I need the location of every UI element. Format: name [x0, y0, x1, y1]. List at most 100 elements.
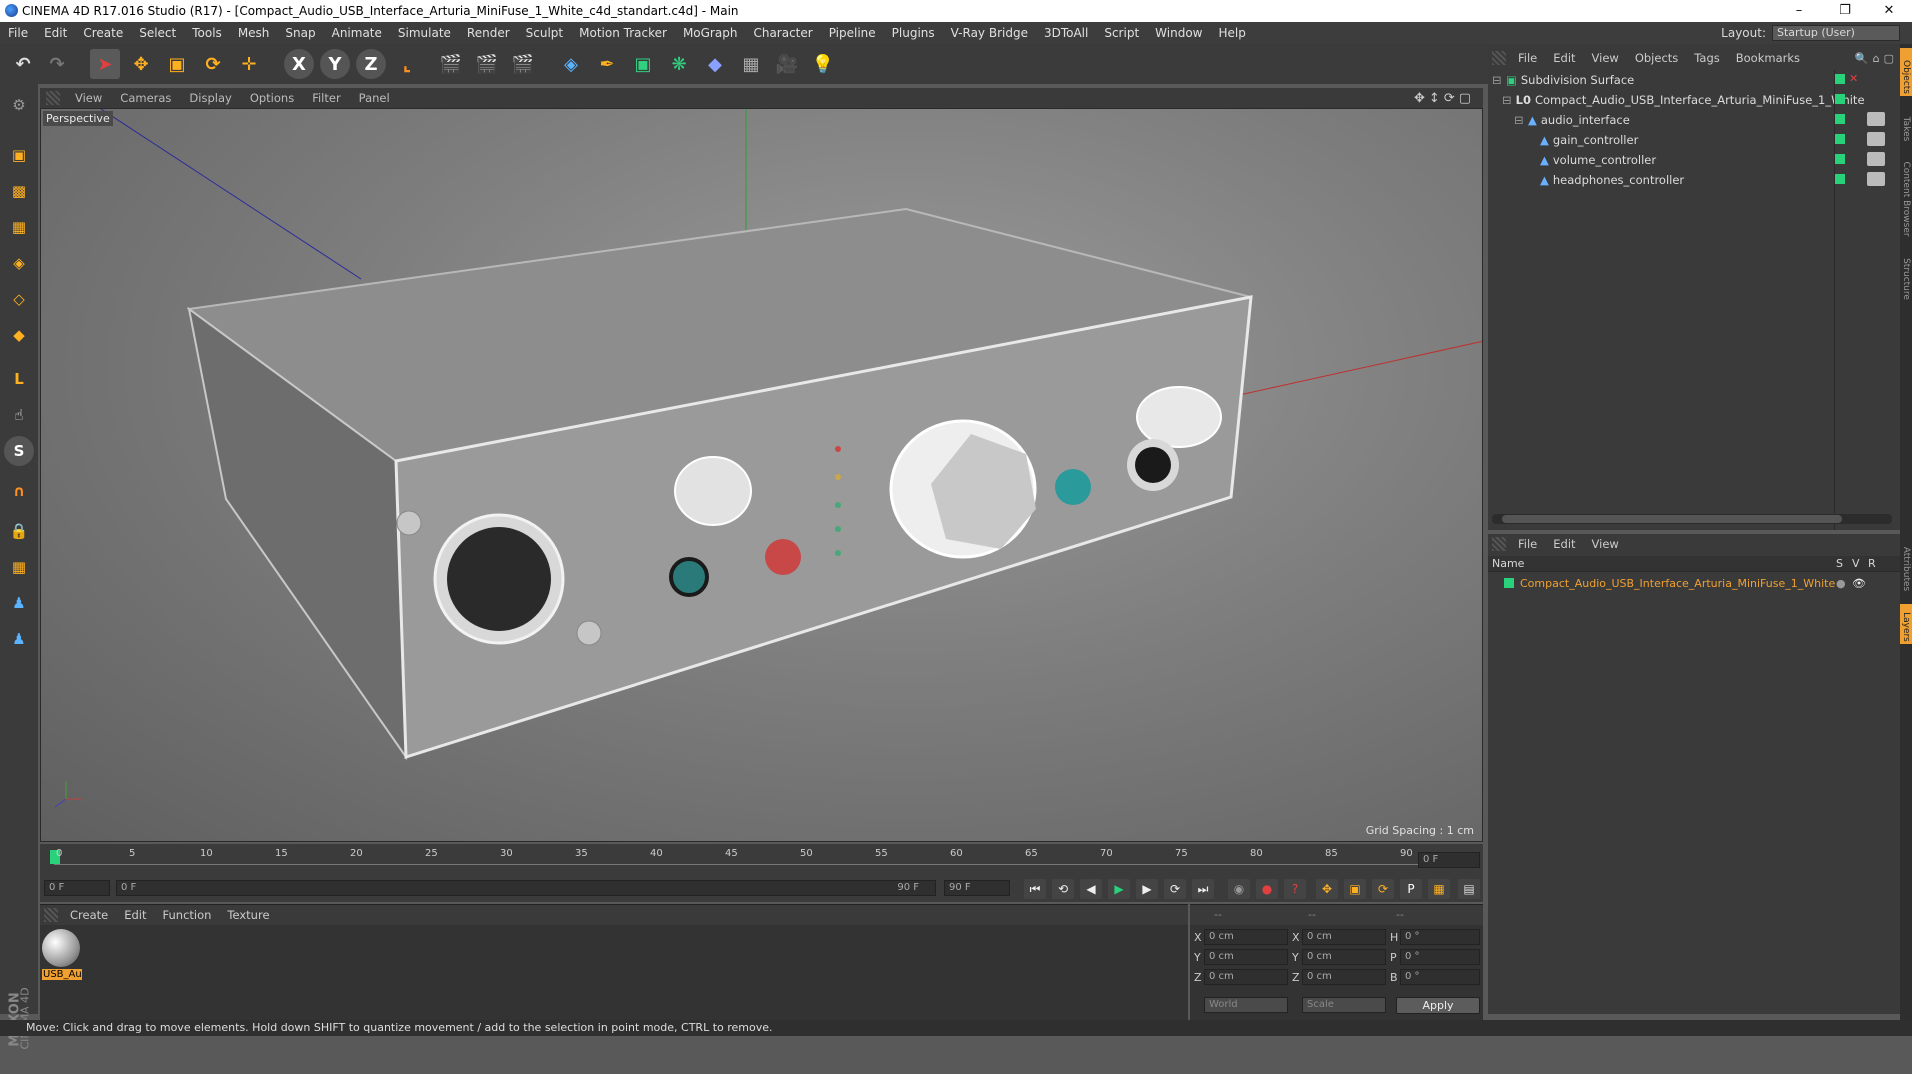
position-x-field[interactable]: 0 cm — [1204, 929, 1288, 945]
menu-tools[interactable]: Tools — [184, 26, 230, 40]
layer-color-icon[interactable] — [1835, 74, 1845, 84]
polygons-mode-icon[interactable]: ◆ — [4, 320, 34, 350]
deformer-icon[interactable]: ◆ — [700, 49, 730, 79]
layer-visible-icon[interactable]: 👁 — [1852, 577, 1866, 590]
coordinate-system-icon[interactable]: ⌞ — [392, 49, 422, 79]
viewport-menu-options[interactable]: Options — [241, 91, 303, 105]
size-z-field[interactable]: 0 cm — [1302, 969, 1386, 985]
tree-item-audio-interface[interactable]: ⊟ ▲ audio_interface — [1488, 110, 1838, 130]
coordinate-mode-dropdown[interactable]: World — [1204, 997, 1288, 1013]
points-mode-icon[interactable]: ◈ — [4, 248, 34, 278]
workplane-icon[interactable]: ▦ — [4, 212, 34, 242]
menu-edit[interactable]: Edit — [36, 26, 75, 40]
menu-file[interactable]: File — [0, 26, 36, 40]
material-menu-function[interactable]: Function — [155, 908, 220, 922]
layer-menu-view[interactable]: View — [1584, 537, 1627, 551]
collapse-icon[interactable]: ⊟ — [1492, 73, 1502, 87]
texture-mode-icon[interactable]: ▩ — [4, 176, 34, 206]
layer-menu-edit[interactable]: Edit — [1545, 537, 1583, 551]
menu-sculpt[interactable]: Sculpt — [518, 26, 571, 40]
cube-icon[interactable]: ◈ — [556, 49, 586, 79]
object-menu-tags[interactable]: Tags — [1686, 51, 1727, 65]
key-position-icon[interactable]: ✥ — [1316, 879, 1338, 899]
material-thumbnail[interactable]: USB_Au — [42, 929, 82, 987]
tree-item-compact-audio[interactable]: ⊟ L0 Compact_Audio_USB_Interface_Arturia… — [1488, 90, 1865, 110]
y-axis-icon[interactable]: Y — [320, 49, 350, 79]
rotation-b-field[interactable]: 0 ° — [1400, 969, 1480, 985]
next-frame-icon[interactable]: ▶ — [1136, 879, 1158, 899]
pen-spline-icon[interactable]: ✒ — [592, 49, 622, 79]
apply-button[interactable]: Apply — [1396, 997, 1480, 1014]
restore-button[interactable]: ❐ — [1822, 0, 1868, 22]
menu-script[interactable]: Script — [1096, 26, 1147, 40]
axis-mode-icon[interactable]: L — [4, 364, 34, 394]
scale-icon[interactable]: ▣ — [162, 49, 192, 79]
menu-help[interactable]: Help — [1210, 26, 1253, 40]
layer-menu-file[interactable]: File — [1510, 537, 1545, 551]
current-frame-field[interactable]: 0 F — [1418, 852, 1480, 868]
go-to-end-icon[interactable]: ⏭ — [1192, 879, 1214, 899]
menu-window[interactable]: Window — [1147, 26, 1210, 40]
record-icon[interactable]: ● — [1256, 879, 1278, 899]
object-menu-edit[interactable]: Edit — [1545, 51, 1583, 65]
next-key-icon[interactable]: ⟳ — [1164, 879, 1186, 899]
menu-3dtoall[interactable]: 3DToAll — [1036, 26, 1096, 40]
collapse-icon[interactable]: ⊟ — [1514, 113, 1524, 127]
layer-color-icon[interactable] — [1835, 114, 1845, 124]
previous-key-icon[interactable]: ⟲ — [1052, 879, 1074, 899]
render-settings-icon[interactable]: 🎬 — [508, 49, 538, 79]
tree-item-headphones-controller[interactable]: ▲ headphones_controller — [1488, 170, 1838, 190]
layer-color-icon[interactable] — [1835, 94, 1845, 104]
menu-motion-tracker[interactable]: Motion Tracker — [571, 26, 675, 40]
menu-pipeline[interactable]: Pipeline — [821, 26, 884, 40]
material-tag-icon[interactable] — [1867, 172, 1885, 186]
planar-workplane-icon[interactable]: ▦ — [4, 552, 34, 582]
menu-snap[interactable]: Snap — [277, 26, 323, 40]
keyframe-selection-icon[interactable]: ◉ — [1228, 879, 1250, 899]
tree-item-volume-controller[interactable]: ▲ volume_controller — [1488, 150, 1838, 170]
move-icon[interactable]: ✥ — [126, 49, 156, 79]
key-rotation-icon[interactable]: ⟳ — [1372, 879, 1394, 899]
redo-icon[interactable]: ↷ — [42, 49, 72, 79]
edges-mode-icon[interactable]: ◇ — [4, 284, 34, 314]
play-icon[interactable]: ▶ — [1108, 879, 1130, 899]
rotate-icon[interactable]: ⟳ — [198, 49, 228, 79]
size-x-field[interactable]: 0 cm — [1302, 929, 1386, 945]
minimize-button[interactable]: – — [1776, 0, 1822, 22]
tree-item-subdivision-surface[interactable]: ⊟ ▣ Subdivision Surface — [1488, 70, 1838, 90]
side-tab-attributes-label[interactable]: Attributes — [1901, 539, 1911, 599]
scale-mode-dropdown[interactable]: Scale — [1302, 997, 1386, 1013]
close-button[interactable]: ✕ — [1866, 0, 1912, 22]
menu-vray-bridge[interactable]: V-Ray Bridge — [943, 26, 1036, 40]
key-pla-icon[interactable]: ▦ — [1428, 879, 1450, 899]
layer-color-icon[interactable] — [1835, 154, 1845, 164]
viewport-navigation-icons[interactable]: ✥↕⟳▢ — [1414, 91, 1475, 106]
previous-frame-icon[interactable]: ◀ — [1080, 879, 1102, 899]
tree-item-gain-controller[interactable]: ▲ gain_controller — [1488, 130, 1838, 150]
render-picture-viewer-icon[interactable]: 🎬 — [472, 49, 502, 79]
menu-mograph[interactable]: MoGraph — [675, 26, 746, 40]
floor-icon[interactable]: ▦ — [736, 49, 766, 79]
size-y-field[interactable]: 0 cm — [1302, 949, 1386, 965]
viewport-menu-panel[interactable]: Panel — [350, 91, 399, 105]
side-tab-takes-label[interactable]: Takes — [1901, 109, 1911, 149]
viewport-menu-view[interactable]: View — [66, 91, 111, 105]
layer-row[interactable]: Compact_Audio_USB_Interface_Arturia_Mini… — [1488, 574, 1900, 592]
live-selection-icon[interactable]: ✛ — [234, 49, 264, 79]
menu-character[interactable]: Character — [745, 26, 820, 40]
material-menu-edit[interactable]: Edit — [116, 908, 154, 922]
lock-workplane-icon[interactable]: 🔒 — [4, 516, 34, 546]
z-axis-icon[interactable]: Z — [356, 49, 386, 79]
object-menu-file[interactable]: File — [1510, 51, 1545, 65]
position-z-field[interactable]: 0 cm — [1204, 969, 1288, 985]
object-horizontal-scrollbar[interactable] — [1492, 514, 1892, 524]
material-tag-icon[interactable] — [1867, 152, 1885, 166]
scrollbar-thumb[interactable] — [1502, 515, 1842, 523]
camera-icon[interactable]: 🎥 — [772, 49, 802, 79]
autokey-icon[interactable]: ? — [1284, 879, 1306, 899]
select-arrow-icon[interactable]: ➤ — [90, 49, 120, 79]
menu-animate[interactable]: Animate — [324, 26, 390, 40]
layout-dropdown[interactable]: Startup (User) — [1772, 25, 1900, 41]
x-axis-icon[interactable]: X — [284, 49, 314, 79]
layer-solo-icon[interactable]: ● — [1836, 577, 1846, 590]
